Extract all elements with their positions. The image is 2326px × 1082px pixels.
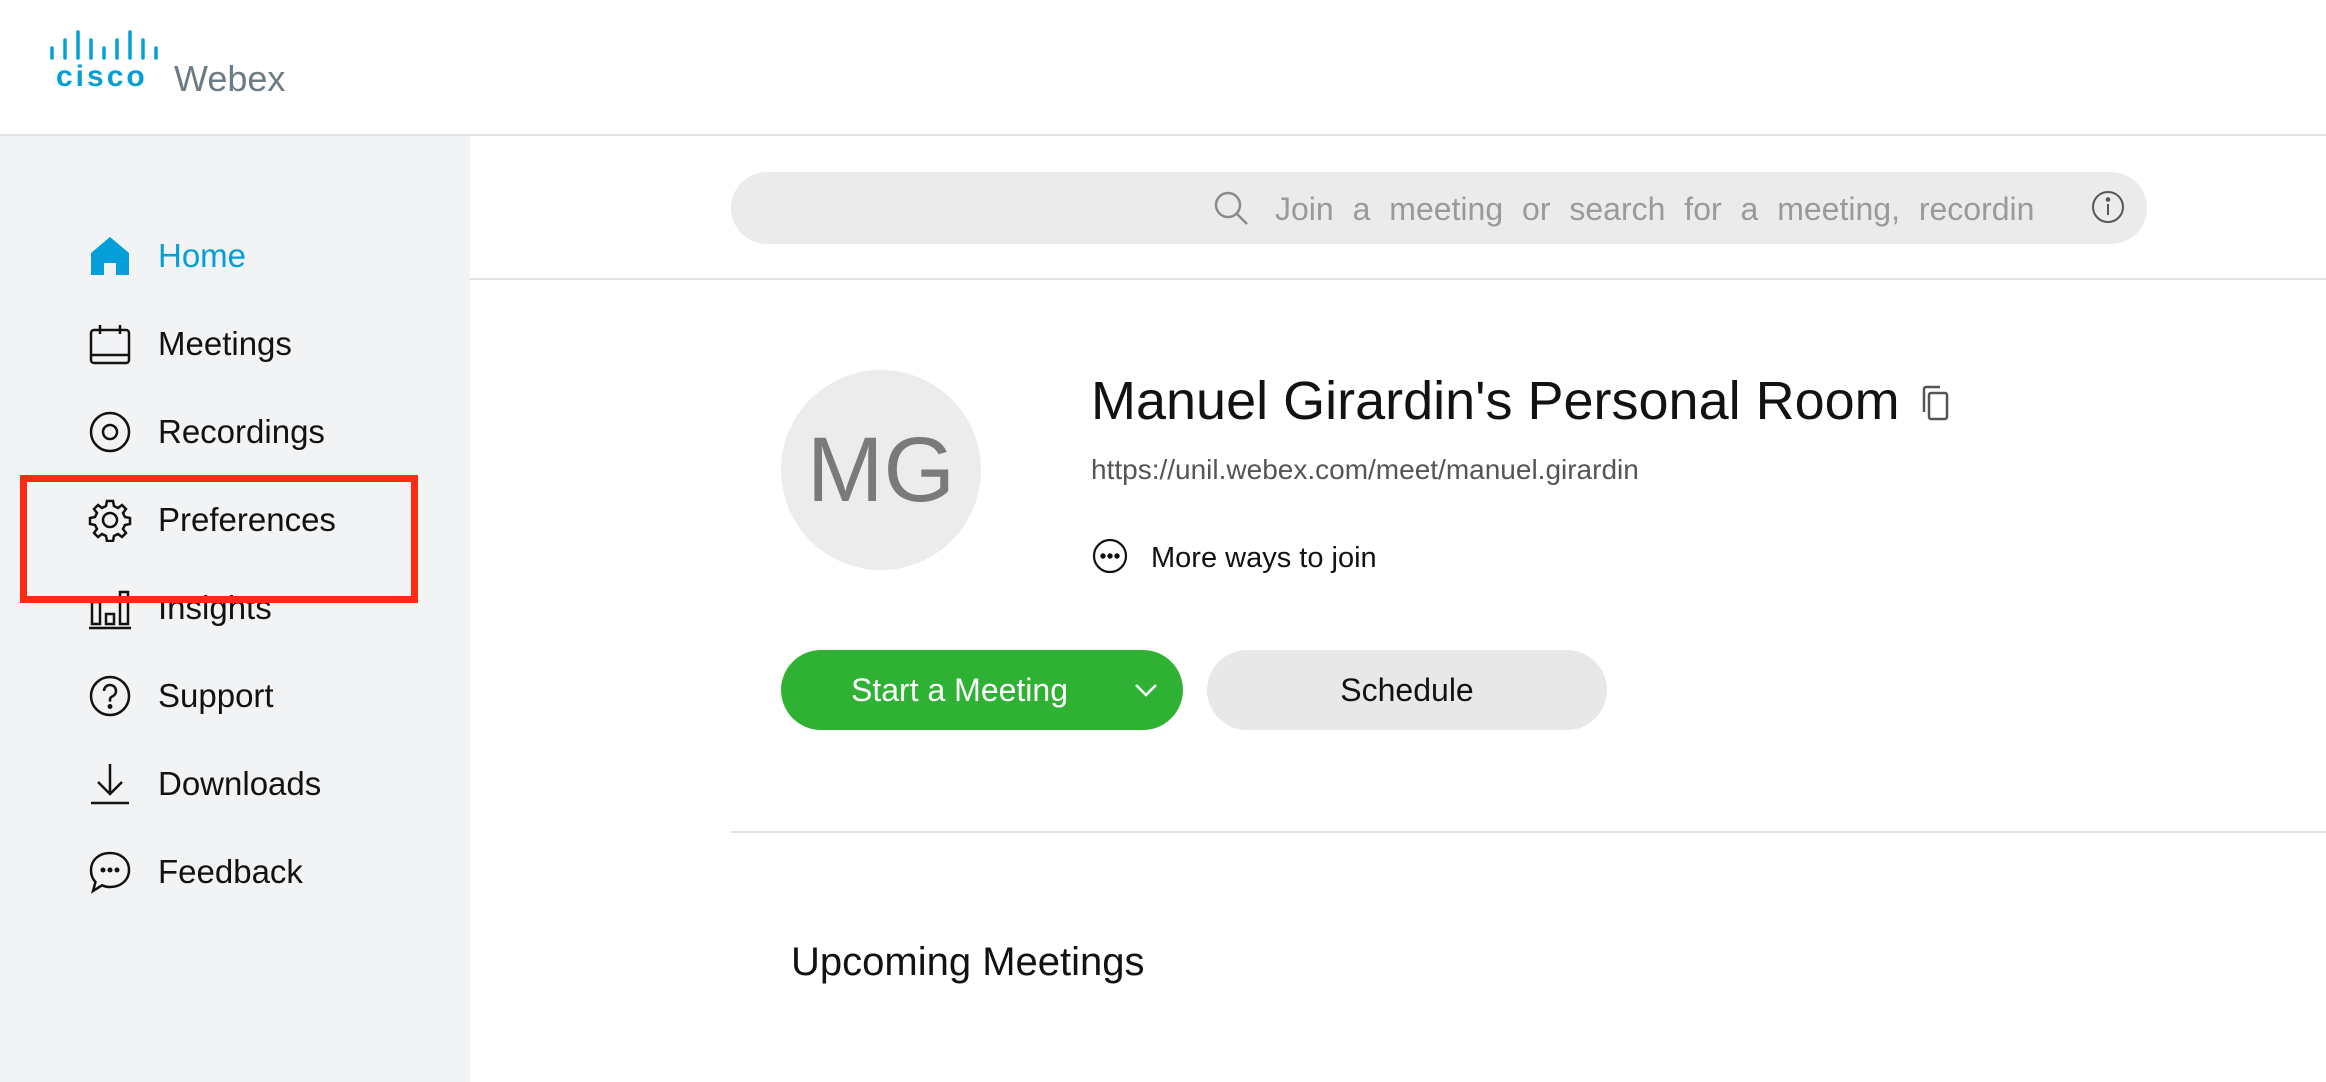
more-options-icon bbox=[1091, 537, 1129, 580]
cisco-webex-logo[interactable]: cisco Webex bbox=[48, 28, 308, 99]
sidebar-item-downloads[interactable]: Downloads bbox=[86, 754, 416, 814]
sidebar-item-label: Recordings bbox=[158, 413, 325, 450]
sidebar-item-support[interactable]: Support bbox=[86, 666, 416, 726]
copy-icon[interactable] bbox=[1918, 384, 1952, 427]
chevron-down-icon[interactable] bbox=[1133, 678, 1159, 707]
more-ways-label: More ways to join bbox=[1151, 541, 1377, 574]
sidebar-item-label: Downloads bbox=[158, 765, 322, 802]
top-header: cisco Webex bbox=[0, 0, 2326, 136]
search-icon bbox=[1213, 190, 1249, 231]
chat-bubble-icon bbox=[86, 848, 134, 896]
sidebar-item-recordings[interactable]: Recordings bbox=[86, 402, 416, 462]
download-icon bbox=[86, 760, 134, 808]
personal-room-url[interactable]: https://unil.webex.com/meet/manuel.girar… bbox=[1091, 454, 1639, 486]
recording-icon bbox=[86, 408, 134, 456]
sidebar-item-label: Support bbox=[158, 677, 274, 714]
recordings-highlight-box bbox=[20, 475, 418, 603]
search-area bbox=[470, 136, 2326, 280]
cisco-bars-logo-icon bbox=[50, 30, 158, 60]
home-icon bbox=[86, 232, 134, 280]
upcoming-meetings-heading: Upcoming Meetings bbox=[791, 940, 1145, 984]
start-meeting-label: Start a Meeting bbox=[851, 672, 1068, 708]
sidebar: Home Meetings Recordings Preferences Ins… bbox=[0, 136, 470, 1082]
avatar: MG bbox=[781, 370, 981, 570]
search-bar[interactable] bbox=[731, 172, 2147, 244]
start-meeting-button[interactable]: Start a Meeting bbox=[781, 650, 1183, 730]
sidebar-item-label: Feedback bbox=[158, 853, 303, 890]
question-icon bbox=[86, 672, 134, 720]
schedule-button[interactable]: Schedule bbox=[1207, 650, 1607, 730]
sidebar-item-label: Home bbox=[158, 237, 247, 274]
sidebar-item-label: Meetings bbox=[158, 325, 292, 362]
search-input[interactable] bbox=[1273, 186, 2037, 232]
personal-room-title: Manuel Girardin's Personal Room bbox=[1091, 371, 1900, 431]
sidebar-item-home[interactable]: Home bbox=[86, 226, 416, 286]
cisco-wordmark: cisco bbox=[56, 60, 148, 93]
calendar-icon bbox=[86, 320, 134, 368]
more-ways-to-join-link[interactable]: More ways to join bbox=[1091, 536, 1377, 580]
info-icon[interactable] bbox=[2091, 190, 2125, 229]
webex-wordmark: Webex bbox=[174, 58, 286, 99]
sidebar-item-feedback[interactable]: Feedback bbox=[86, 842, 416, 902]
section-divider bbox=[731, 831, 2326, 833]
sidebar-item-meetings[interactable]: Meetings bbox=[86, 314, 416, 374]
